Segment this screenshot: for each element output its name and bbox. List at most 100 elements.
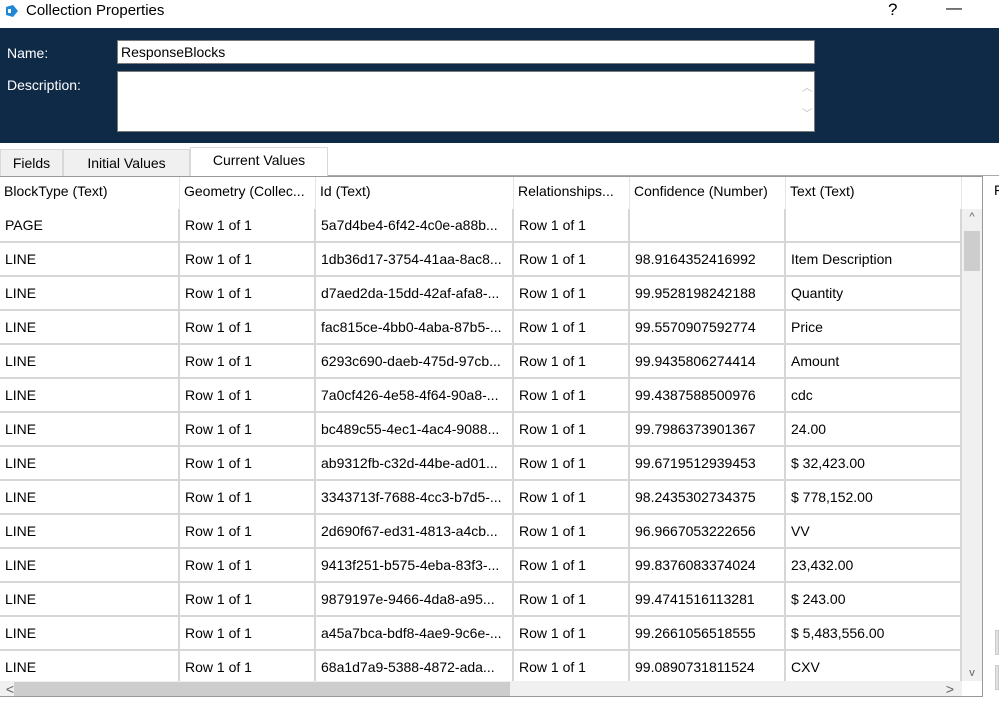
column-header-confidence[interactable]: Confidence (Number): [630, 177, 786, 209]
column-header-blocktype[interactable]: BlockType (Text): [0, 177, 180, 209]
cell-blocktype[interactable]: LINE: [0, 277, 180, 309]
table-row[interactable]: LINE Row 1 of 1 a45a7bca-bdf8-4ae9-9c6e-..…: [0, 617, 962, 651]
table-row[interactable]: LINE Row 1 of 1 bc489c55-4ec1-4ac4-9088...…: [0, 413, 962, 447]
cell-geometry[interactable]: Row 1 of 1: [180, 583, 316, 615]
cell-relationships[interactable]: Row 1 of 1: [514, 549, 630, 581]
cell-id[interactable]: bc489c55-4ec1-4ac4-9088...: [316, 413, 514, 445]
cell-text[interactable]: Amount: [786, 345, 962, 377]
cell-geometry[interactable]: Row 1 of 1: [180, 379, 316, 411]
table-row[interactable]: LINE Row 1 of 1 68a1d7a9-5388-4872-ada... R…: [0, 651, 962, 685]
cell-confidence[interactable]: 99.4387588500976: [630, 379, 786, 411]
cell-blocktype[interactable]: LINE: [0, 515, 180, 547]
cell-confidence[interactable]: 99.9528198242188: [630, 277, 786, 309]
cell-confidence[interactable]: 99.6719512939453: [630, 447, 786, 479]
cell-blocktype[interactable]: LINE: [0, 583, 180, 615]
side-button[interactable]: [995, 665, 999, 690]
cell-relationships[interactable]: Row 1 of 1: [514, 243, 630, 275]
cell-relationships[interactable]: Row 1 of 1: [514, 617, 630, 649]
cell-relationships[interactable]: Row 1 of 1: [514, 651, 630, 683]
cell-geometry[interactable]: Row 1 of 1: [180, 243, 316, 275]
cell-confidence[interactable]: 99.2661056518555: [630, 617, 786, 649]
cell-blocktype[interactable]: LINE: [0, 243, 180, 275]
cell-confidence[interactable]: 98.2435302734375: [630, 481, 786, 513]
scroll-down-icon[interactable]: v: [962, 667, 982, 679]
cell-text[interactable]: 23,432.00: [786, 549, 962, 581]
cell-confidence[interactable]: 98.9164352416992: [630, 243, 786, 275]
cell-id[interactable]: ab9312fb-c32d-44be-ad01...: [316, 447, 514, 479]
cell-text[interactable]: cdc: [786, 379, 962, 411]
cell-text[interactable]: 24.00: [786, 413, 962, 445]
table-row[interactable]: LINE Row 1 of 1 9879197e-9466-4da8-a95... R…: [0, 583, 962, 617]
cell-id[interactable]: fac815ce-4bb0-4aba-87b5-...: [316, 311, 514, 343]
cell-confidence[interactable]: 99.8376083374024: [630, 549, 786, 581]
cell-relationships[interactable]: Row 1 of 1: [514, 277, 630, 309]
help-button[interactable]: ?: [888, 0, 897, 20]
cell-geometry[interactable]: Row 1 of 1: [180, 311, 316, 343]
cell-confidence[interactable]: 99.4741516113281: [630, 583, 786, 615]
cell-confidence[interactable]: 99.0890731811524: [630, 651, 786, 683]
table-row[interactable]: LINE Row 1 of 1 d7aed2da-15dd-42af-afa8-..…: [0, 277, 962, 311]
table-row[interactable]: LINE Row 1 of 1 9413f251-b575-4eba-83f3-..…: [0, 549, 962, 583]
table-row[interactable]: LINE Row 1 of 1 ab9312fb-c32d-44be-ad01...…: [0, 447, 962, 481]
cell-text[interactable]: Price: [786, 311, 962, 343]
side-button[interactable]: [995, 630, 999, 655]
vertical-scrollbar[interactable]: ^ v: [962, 209, 982, 681]
table-row[interactable]: LINE Row 1 of 1 1db36d17-3754-41aa-8ac8...…: [0, 243, 962, 277]
cell-id[interactable]: 3343713f-7688-4cc3-b7d5-...: [316, 481, 514, 513]
cell-geometry[interactable]: Row 1 of 1: [180, 651, 316, 683]
column-header-text[interactable]: Text (Text): [786, 177, 962, 209]
cell-text[interactable]: [786, 209, 962, 241]
minimize-button[interactable]: —: [946, 0, 962, 18]
cell-confidence[interactable]: 99.5570907592774: [630, 311, 786, 343]
cell-text[interactable]: Item Description: [786, 243, 962, 275]
cell-blocktype[interactable]: LINE: [0, 447, 180, 479]
cell-relationships[interactable]: Row 1 of 1: [514, 447, 630, 479]
cell-id[interactable]: 9879197e-9466-4da8-a95...: [316, 583, 514, 615]
cell-relationships[interactable]: Row 1 of 1: [514, 209, 630, 241]
column-header-geometry[interactable]: Geometry (Collec...: [180, 177, 316, 209]
cell-text[interactable]: $ 778,152.00: [786, 481, 962, 513]
cell-id[interactable]: 68a1d7a9-5388-4872-ada...: [316, 651, 514, 683]
cell-relationships[interactable]: Row 1 of 1: [514, 345, 630, 377]
cell-relationships[interactable]: Row 1 of 1: [514, 515, 630, 547]
table-row[interactable]: LINE Row 1 of 1 6293c690-daeb-475d-97cb...…: [0, 345, 962, 379]
table-row[interactable]: PAGE Row 1 of 1 5a7d4be4-6f42-4c0e-a88b...…: [0, 209, 962, 243]
cell-geometry[interactable]: Row 1 of 1: [180, 413, 316, 445]
cell-relationships[interactable]: Row 1 of 1: [514, 413, 630, 445]
cell-geometry[interactable]: Row 1 of 1: [180, 277, 316, 309]
cell-id[interactable]: 1db36d17-3754-41aa-8ac8...: [316, 243, 514, 275]
cell-geometry[interactable]: Row 1 of 1: [180, 209, 316, 241]
cell-confidence[interactable]: 99.9435806274414: [630, 345, 786, 377]
cell-relationships[interactable]: Row 1 of 1: [514, 583, 630, 615]
table-row[interactable]: LINE Row 1 of 1 fac815ce-4bb0-4aba-87b5-..…: [0, 311, 962, 345]
scroll-up-icon[interactable]: ^: [962, 211, 982, 223]
tab-current-values[interactable]: Current Values: [190, 147, 328, 176]
cell-text[interactable]: Quantity: [786, 277, 962, 309]
cell-text[interactable]: CXV: [786, 651, 962, 683]
cell-geometry[interactable]: Row 1 of 1: [180, 549, 316, 581]
cell-text[interactable]: VV: [786, 515, 962, 547]
cell-id[interactable]: 9413f251-b575-4eba-83f3-...: [316, 549, 514, 581]
cell-geometry[interactable]: Row 1 of 1: [180, 515, 316, 547]
name-input[interactable]: ResponseBlocks: [117, 40, 815, 64]
cell-geometry[interactable]: Row 1 of 1: [180, 447, 316, 479]
cell-blocktype[interactable]: LINE: [0, 413, 180, 445]
cell-id[interactable]: 2d690f67-ed31-4813-a4cb...: [316, 515, 514, 547]
cell-blocktype[interactable]: LINE: [0, 481, 180, 513]
table-row[interactable]: LINE Row 1 of 1 7a0cf426-4e58-4f64-90a8-..…: [0, 379, 962, 413]
cell-blocktype[interactable]: LINE: [0, 651, 180, 683]
cell-blocktype[interactable]: LINE: [0, 311, 180, 343]
cell-confidence[interactable]: [630, 209, 786, 241]
cell-blocktype[interactable]: LINE: [0, 379, 180, 411]
horizontal-scroll-thumb[interactable]: [14, 682, 510, 696]
cell-id[interactable]: a45a7bca-bdf8-4ae9-9c6e-...: [316, 617, 514, 649]
cell-confidence[interactable]: 99.7986373901367: [630, 413, 786, 445]
vertical-scroll-thumb[interactable]: [964, 231, 980, 271]
cell-id[interactable]: 6293c690-daeb-475d-97cb...: [316, 345, 514, 377]
tab-fields[interactable]: Fields: [0, 149, 63, 176]
table-row[interactable]: LINE Row 1 of 1 3343713f-7688-4cc3-b7d5-..…: [0, 481, 962, 515]
cell-text[interactable]: $ 32,423.00: [786, 447, 962, 479]
horizontal-scrollbar[interactable]: < >: [0, 681, 962, 696]
cell-id[interactable]: 5a7d4be4-6f42-4c0e-a88b...: [316, 209, 514, 241]
chevron-down-icon[interactable]: ﹀: [802, 102, 812, 128]
